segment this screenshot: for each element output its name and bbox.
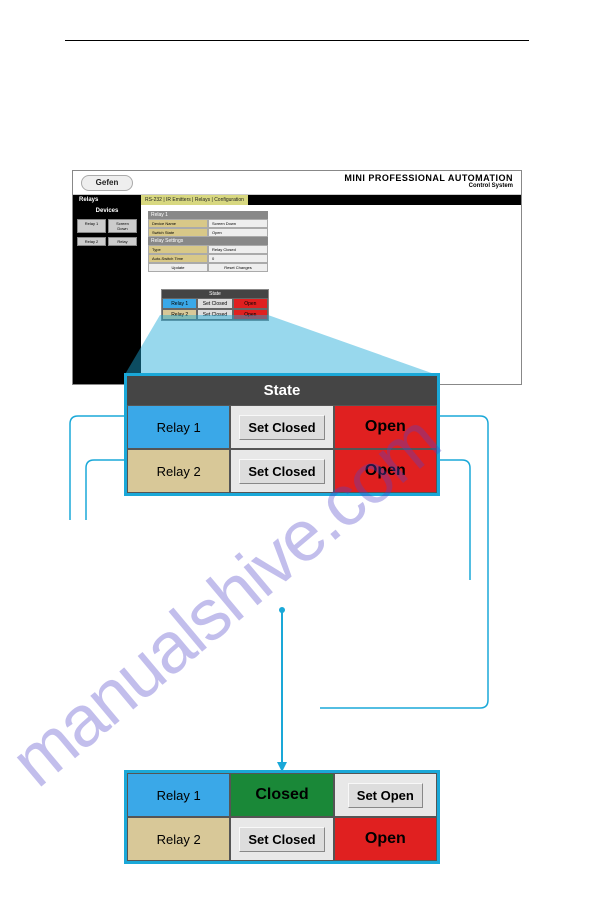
relay-form: Relay 1 Device NameScreen Down Switch St… xyxy=(148,211,268,272)
state-r1-label: Relay 1 xyxy=(127,405,230,449)
sidebar-relay1-btn[interactable]: Screen Down xyxy=(108,219,137,233)
nav-relays-tag[interactable]: Relays xyxy=(79,195,98,205)
form-update-btn[interactable]: Update xyxy=(148,263,208,272)
state-row-1: Relay 1 Set Closed Open xyxy=(127,405,437,449)
result-r1-setopen-button[interactable]: Set Open xyxy=(334,773,437,817)
app-topbar: Gefen MINI PROFESSIONAL AUTOMATION Contr… xyxy=(73,171,521,195)
app-logo: Gefen xyxy=(81,175,133,191)
result-r2-label: Relay 2 xyxy=(127,817,230,861)
mini-r2-btn[interactable]: Set Closed xyxy=(197,309,232,320)
app-subtitle: Control System xyxy=(344,183,513,189)
state-table: State Relay 1 Set Closed Open Relay 2 Se… xyxy=(124,373,440,496)
page-top-rule xyxy=(65,40,529,41)
result-r1-closed-status: Closed xyxy=(230,773,333,817)
state-r2-btn-text: Set Closed xyxy=(239,459,324,484)
result-r1-label: Relay 1 xyxy=(127,773,230,817)
app-screenshot: Gefen MINI PROFESSIONAL AUTOMATION Contr… xyxy=(72,170,522,385)
result-r2-setclosed-button[interactable]: Set Closed xyxy=(230,817,333,861)
state-row-2: Relay 2 Set Closed Open xyxy=(127,449,437,493)
form-r2-label: Switch State xyxy=(148,228,208,237)
form-r4-label: Auto-Switch Time xyxy=(148,254,208,263)
nav-menu[interactable]: RS-232 | IR Emitters | Relays | Configur… xyxy=(141,195,248,205)
mini-r1-label: Relay 1 xyxy=(162,298,197,309)
mini-r1-btn[interactable]: Set Closed xyxy=(197,298,232,309)
state-r1-setclosed-button[interactable]: Set Closed xyxy=(230,405,333,449)
mini-r2-label: Relay 2 xyxy=(162,309,197,320)
mini-state-table: State Relay 1 Set Closed Open Relay 2 Se… xyxy=(161,289,269,321)
state-r1-open-status: Open xyxy=(334,405,437,449)
state-r2-setclosed-button[interactable]: Set Closed xyxy=(230,449,333,493)
result-r1-btn-text: Set Open xyxy=(348,783,423,808)
form-r1-value[interactable]: Screen Down xyxy=(208,219,268,228)
sidebar-devices-header: Devices xyxy=(73,205,141,217)
app-title-text: MINI PROFESSIONAL AUTOMATION xyxy=(344,173,513,183)
sidebar-row-2: Relay 2 Relay xyxy=(73,235,141,248)
mini-state-header: State xyxy=(162,290,268,298)
form-r4-value[interactable]: 0 xyxy=(208,254,268,263)
mini-r1-status: Open xyxy=(233,298,268,309)
form-r3-label: Type xyxy=(148,245,208,254)
app-title: MINI PROFESSIONAL AUTOMATION Control Sys… xyxy=(344,173,513,189)
result-table: Relay 1 Closed Set Open Relay 2 Set Clos… xyxy=(124,770,440,864)
state-r2-label: Relay 2 xyxy=(127,449,230,493)
state-table-header: State xyxy=(127,376,437,405)
app-navbar: Relays RS-232 | IR Emitters | Relays | C… xyxy=(73,195,521,205)
result-row-2: Relay 2 Set Closed Open xyxy=(127,817,437,861)
form-reset-btn[interactable]: Reset Changes xyxy=(208,263,268,272)
app-sidebar: Devices Relay 1 Screen Down Relay 2 Rela… xyxy=(73,205,141,384)
sidebar-row-1: Relay 1 Screen Down xyxy=(73,217,141,235)
sidebar-relay2-label[interactable]: Relay 2 xyxy=(77,237,106,246)
form-r1-label: Device Name xyxy=(148,219,208,228)
state-r1-btn-text: Set Closed xyxy=(239,415,324,440)
mini-r2-status: Open xyxy=(233,309,268,320)
result-r2-open-status: Open xyxy=(334,817,437,861)
form-header-2: Relay Settings xyxy=(148,237,268,245)
form-header-1: Relay 1 xyxy=(148,211,268,219)
sidebar-relay1-label[interactable]: Relay 1 xyxy=(77,219,106,233)
form-r2-value[interactable]: Open xyxy=(208,228,268,237)
result-r2-btn-text: Set Closed xyxy=(239,827,324,852)
sidebar-relay2-btn[interactable]: Relay xyxy=(108,237,137,246)
state-r2-open-status: Open xyxy=(334,449,437,493)
result-row-1: Relay 1 Closed Set Open xyxy=(127,773,437,817)
form-r3-value[interactable]: Relay Closed xyxy=(208,245,268,254)
